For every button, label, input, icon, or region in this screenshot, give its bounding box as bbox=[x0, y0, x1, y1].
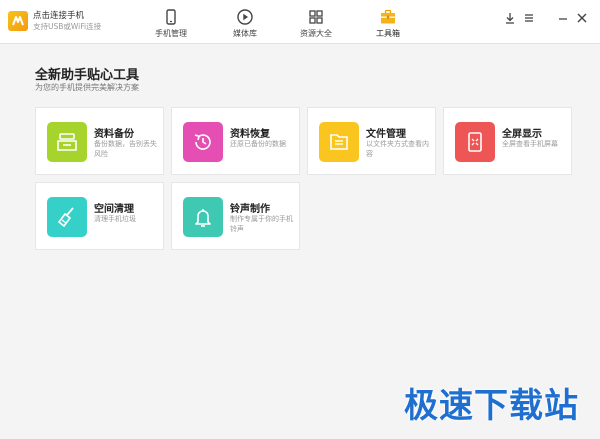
tool-description: 清理手机垃圾 bbox=[94, 215, 136, 223]
title-bar: 点击连接手机 支持USB或WiFi连接 手机管理 媒体库 资源大全 工具箱 bbox=[0, 0, 600, 44]
tool-tile bbox=[47, 122, 87, 162]
tool-description: 全屏查看手机屏幕 bbox=[502, 140, 558, 148]
close-icon[interactable] bbox=[575, 11, 589, 25]
tab-media-library[interactable]: 媒体库 bbox=[215, 0, 275, 44]
tool-title: 空间清理 bbox=[94, 204, 134, 215]
tab-label: 手机管理 bbox=[155, 29, 187, 38]
app-logo bbox=[8, 11, 28, 31]
tool-tile bbox=[319, 122, 359, 162]
tool-title: 资料恢复 bbox=[230, 129, 270, 140]
broom-icon bbox=[57, 207, 74, 228]
page-subtitle: 为您的手机提供完美解决方案 bbox=[35, 83, 139, 92]
page-title: 全新助手贴心工具 bbox=[35, 68, 140, 83]
restore-clock-icon bbox=[194, 134, 211, 150]
tool-description: 还原已备份的数据 bbox=[230, 140, 286, 148]
tool-title: 文件管理 bbox=[366, 129, 406, 140]
tab-resources[interactable]: 资源大全 bbox=[286, 0, 346, 44]
tool-title: 铃声制作 bbox=[230, 204, 270, 215]
menu-icon[interactable] bbox=[522, 11, 536, 25]
tool-description: 备份数据，告别丢失风险 bbox=[94, 140, 157, 158]
tool-tile bbox=[455, 122, 495, 162]
tool-tile bbox=[183, 122, 223, 162]
phone-icon bbox=[166, 9, 176, 25]
tool-card-file-manager[interactable]: 文件管理 以文件夹方式查看内容 bbox=[307, 107, 436, 175]
tool-tile bbox=[183, 197, 223, 237]
toolbox-icon bbox=[381, 9, 395, 24]
tool-title: 资料备份 bbox=[94, 129, 134, 140]
tab-toolbox[interactable]: 工具箱 bbox=[358, 0, 418, 44]
tool-description: 制作专属于你的手机铃声 bbox=[230, 215, 293, 233]
tool-card-cleanup[interactable]: 空间清理 清理手机垃圾 bbox=[35, 182, 164, 250]
tool-description: 以文件夹方式查看内容 bbox=[366, 140, 429, 158]
watermark: 极速下载站 bbox=[404, 386, 579, 426]
tool-card-ringtone[interactable]: 铃声制作 制作专属于你的手机铃声 bbox=[171, 182, 300, 250]
tab-label: 资源大全 bbox=[300, 29, 332, 38]
bell-icon bbox=[195, 209, 211, 227]
tool-card-backup[interactable]: 资料备份 备份数据，告别丢失风险 bbox=[35, 107, 164, 175]
tool-tile bbox=[47, 197, 87, 237]
backup-icon bbox=[57, 133, 77, 151]
play-circle-icon bbox=[237, 9, 253, 25]
connect-phone-link[interactable]: 点击连接手机 bbox=[33, 9, 84, 21]
folder-icon bbox=[330, 134, 348, 150]
tool-title: 全屏显示 bbox=[502, 129, 542, 140]
tab-phone-manage[interactable]: 手机管理 bbox=[141, 0, 201, 44]
fullscreen-phone-icon bbox=[468, 132, 482, 152]
download-icon[interactable] bbox=[503, 11, 517, 25]
minimize-icon[interactable] bbox=[556, 11, 570, 25]
tab-label: 工具箱 bbox=[376, 29, 400, 38]
tab-label: 媒体库 bbox=[233, 29, 257, 38]
tool-card-restore[interactable]: 资料恢复 还原已备份的数据 bbox=[171, 107, 300, 175]
grid-icon bbox=[309, 10, 323, 24]
connect-hint: 支持USB或WiFi连接 bbox=[33, 22, 102, 31]
tool-card-fullscreen[interactable]: 全屏显示 全屏查看手机屏幕 bbox=[443, 107, 572, 175]
